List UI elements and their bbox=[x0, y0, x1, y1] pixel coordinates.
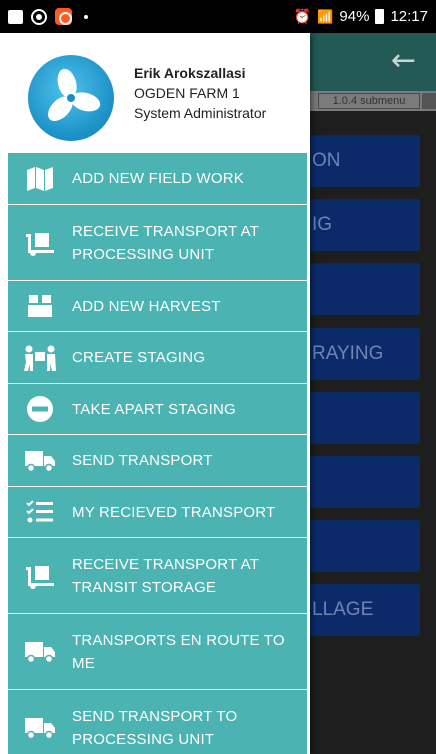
back-arrow-icon[interactable]: ← bbox=[391, 43, 416, 78]
checklist-icon bbox=[8, 500, 72, 524]
box-icon bbox=[8, 294, 72, 318]
menu-item-label: ADD NEW FIELD WORK bbox=[72, 170, 244, 187]
message-icon bbox=[8, 9, 23, 24]
menu-item-label: SEND TRANSPORT bbox=[72, 452, 213, 469]
menu-item-label: TAKE APART STAGING bbox=[72, 400, 236, 418]
menu-item-my-recieved-transport[interactable]: MY RECIEVED TRANSPORT bbox=[8, 487, 307, 538]
bg-button-8[interactable]: LLAGE bbox=[292, 584, 420, 636]
sync-icon bbox=[31, 8, 47, 25]
menu-item-take-apart-staging[interactable]: TAKE APART STAGING bbox=[8, 384, 307, 435]
user-name: Erik Arokszallasi bbox=[134, 65, 246, 81]
minus-circle-icon bbox=[8, 395, 72, 423]
dolly-icon bbox=[8, 563, 72, 589]
bg-button-1[interactable]: ON bbox=[292, 135, 420, 187]
menu-item-receive-transport-transit[interactable]: RECEIVE TRANSPORT AT TRANSIT STORAGE bbox=[8, 538, 307, 614]
menu-item-label: RECEIVE TRANSPORT AT TRANSIT STORAGE bbox=[72, 555, 259, 596]
alarm-icon: ⏰ bbox=[293, 8, 312, 24]
clock: 12:17 bbox=[390, 8, 428, 25]
more-notifications-icon bbox=[84, 14, 88, 19]
version-label: 1.0.4 submenu bbox=[318, 93, 420, 109]
battery-percent: 94% bbox=[339, 8, 370, 25]
menu-item-label: SEND TRANSPORT TO PROCESSING UNIT bbox=[72, 707, 238, 748]
truck-icon bbox=[8, 640, 72, 664]
battery-icon bbox=[375, 9, 385, 24]
menu-item-add-new-harvest[interactable]: ADD NEW HARVEST bbox=[8, 281, 307, 332]
fan-logo-icon bbox=[48, 68, 101, 121]
menu-item-label: ADD NEW HARVEST bbox=[72, 297, 221, 315]
menu-item-label: CREATE STAGING bbox=[72, 349, 206, 366]
profile-header: Erik Arokszallasi OGDEN FARM 1 System Ad… bbox=[0, 33, 310, 153]
bg-button-4[interactable]: RAYING bbox=[292, 328, 420, 380]
menu-item-add-new-field-work[interactable]: ADD NEW FIELD WORK bbox=[8, 153, 307, 205]
people-carry-icon bbox=[8, 345, 72, 371]
menu-item-transports-en-route[interactable]: TRANSPORTS EN ROUTE TO ME bbox=[8, 614, 307, 690]
menu-item-receive-transport-processing[interactable]: RECEIVE TRANSPORT AT PROCESSING UNIT bbox=[8, 205, 307, 281]
avatar bbox=[28, 55, 114, 141]
menu-item-create-staging[interactable]: CREATE STAGING bbox=[8, 332, 307, 384]
drawer-menu: ADD NEW FIELD WORK RECEIVE TRANSPORT AT … bbox=[8, 153, 307, 754]
navigation-drawer: Erik Arokszallasi OGDEN FARM 1 System Ad… bbox=[0, 33, 310, 754]
menu-item-label: TRANSPORTS EN ROUTE TO ME bbox=[72, 631, 285, 672]
truck-icon bbox=[8, 716, 72, 740]
user-role: System Administrator bbox=[134, 105, 267, 121]
dolly-icon bbox=[8, 230, 72, 256]
app-notification-icon bbox=[55, 8, 72, 25]
menu-item-send-transport-processing[interactable]: SEND TRANSPORT TO PROCESSING UNIT bbox=[8, 690, 307, 754]
bg-button-7[interactable] bbox=[292, 520, 420, 572]
bg-button-5[interactable] bbox=[292, 392, 420, 444]
wifi-icon: 📶 bbox=[317, 8, 334, 24]
menu-item-label: MY RECIEVED TRANSPORT bbox=[72, 503, 276, 521]
status-bar: ⏰ 📶 94% 12:17 bbox=[0, 0, 436, 33]
map-icon bbox=[8, 166, 72, 191]
menu-item-label: RECEIVE TRANSPORT AT PROCESSING UNIT bbox=[72, 222, 259, 263]
location-pin-icon bbox=[422, 93, 436, 109]
bg-button-3[interactable] bbox=[292, 263, 420, 315]
menu-item-send-transport[interactable]: SEND TRANSPORT bbox=[8, 435, 307, 487]
bg-button-2[interactable]: IG bbox=[292, 199, 420, 251]
truck-icon bbox=[8, 449, 72, 473]
bg-button-6[interactable] bbox=[292, 456, 420, 508]
farm-name: OGDEN FARM 1 bbox=[134, 85, 240, 101]
